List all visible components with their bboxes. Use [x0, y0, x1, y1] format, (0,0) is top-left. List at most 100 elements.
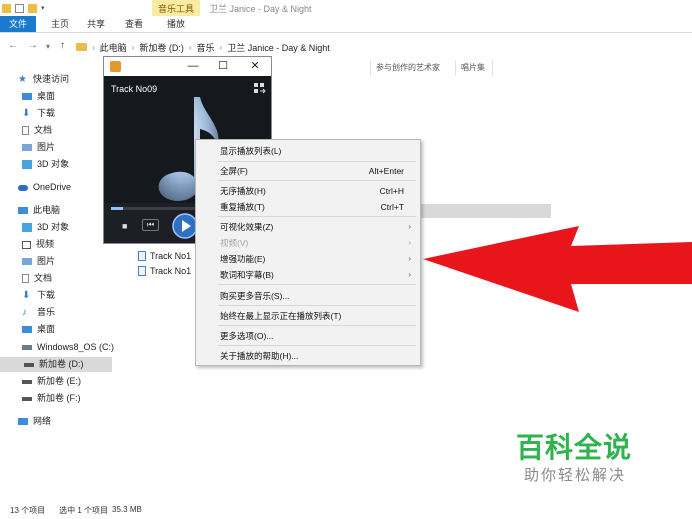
- player-title-bar: — ☐ ✕: [104, 57, 271, 76]
- sidebar-item-pictures-pc[interactable]: 图片: [22, 254, 55, 269]
- maximize-icon[interactable]: ☐: [210, 58, 236, 74]
- breadcrumb-music[interactable]: 音乐: [197, 41, 215, 54]
- sidebar-item-desktop-pc[interactable]: 桌面: [22, 322, 55, 337]
- sidebar-item-3d-objects[interactable]: 3D 对象: [22, 157, 69, 172]
- sidebar-item-this-pc[interactable]: 此电脑: [18, 203, 60, 218]
- status-bar: 13 个项目 选中 1 个项目 35.3 MB: [0, 505, 692, 519]
- menu-item-lyrics-subtitles[interactable]: 歌词和字幕(B) ›: [196, 267, 420, 283]
- submenu-arrow-icon: ›: [408, 254, 411, 263]
- sidebar-item-onedrive[interactable]: OneDrive: [18, 180, 71, 195]
- sidebar-item-label: 下载: [37, 108, 56, 118]
- menu-item-buy-music[interactable]: 购买更多音乐(S)...: [196, 288, 420, 304]
- tab-file[interactable]: 文件: [0, 16, 36, 32]
- forward-arrow-icon[interactable]: →: [28, 40, 38, 51]
- column-header-album[interactable]: 唱片集: [461, 62, 485, 73]
- breadcrumb-this-pc[interactable]: 此电脑: [100, 41, 127, 54]
- back-arrow-icon[interactable]: ←: [8, 40, 18, 51]
- submenu-arrow-icon: ›: [408, 222, 411, 231]
- sidebar-item-label: 图片: [37, 256, 56, 266]
- sidebar-item-drive-f[interactable]: 新加卷 (F:): [22, 391, 81, 406]
- cube-icon: [22, 223, 32, 232]
- menu-separator: [218, 325, 416, 326]
- recent-chevron-icon[interactable]: ▾: [46, 42, 50, 51]
- file-row[interactable]: Track No1: [138, 249, 191, 263]
- minimize-icon[interactable]: —: [180, 58, 206, 74]
- sidebar-item-label: 下载: [37, 290, 56, 300]
- sidebar-item-quick-access[interactable]: ★ 快速访问: [18, 72, 69, 87]
- menu-separator: [218, 216, 416, 217]
- sidebar-item-documents[interactable]: 文档: [22, 123, 52, 138]
- sidebar-item-label: 图片: [37, 142, 56, 152]
- sidebar-item-downloads[interactable]: ⬇ 下载: [22, 106, 55, 121]
- menu-separator: [218, 305, 416, 306]
- menu-item-help[interactable]: 关于播放的帮助(H)...: [196, 348, 420, 364]
- sidebar-item-label: 新加卷 (D:): [39, 359, 84, 369]
- computer-icon: [18, 207, 28, 214]
- cloud-icon: [18, 184, 28, 191]
- breadcrumb-separator-icon: ›: [92, 42, 95, 52]
- breadcrumb-drive-d[interactable]: 新加卷 (D:): [139, 41, 184, 54]
- sidebar-item-label: OneDrive: [33, 182, 72, 192]
- sidebar-item-3d-objects-pc[interactable]: 3D 对象: [22, 220, 69, 235]
- stop-icon[interactable]: ■: [122, 221, 127, 231]
- desktop-icon: [22, 326, 32, 333]
- tab-view[interactable]: 查看: [118, 16, 150, 32]
- menu-item-shortcut: Ctrl+H: [379, 186, 404, 196]
- sidebar-item-pictures[interactable]: 图片: [22, 140, 55, 155]
- breadcrumb-album[interactable]: 卫兰 Janice - Day & Night: [227, 41, 330, 54]
- up-arrow-icon[interactable]: ↑: [60, 40, 65, 51]
- submenu-arrow-icon: ›: [408, 270, 411, 279]
- sidebar-item-drive-c[interactable]: Windows8_OS (C:): [22, 340, 114, 355]
- sidebar-item-label: 桌面: [37, 91, 56, 101]
- sidebar-item-drive-e[interactable]: 新加卷 (E:): [22, 374, 81, 389]
- tab-share[interactable]: 共享: [80, 16, 112, 32]
- sidebar-item-label: 新加卷 (F:): [37, 393, 81, 403]
- drive-icon: [24, 362, 34, 367]
- network-icon: [18, 418, 28, 425]
- sidebar-item-music[interactable]: ♪ 音乐: [22, 305, 55, 320]
- menu-item-label: 无序播放(H): [220, 186, 266, 196]
- menu-item-label: 增强功能(E): [220, 254, 266, 264]
- menu-item-label: 关于播放的帮助(H)...: [220, 351, 299, 361]
- menu-item-show-playlist[interactable]: 显示播放列表(L): [196, 143, 420, 159]
- picture-icon: [22, 258, 32, 265]
- sidebar-item-label: 音乐: [37, 307, 56, 317]
- window-title: 卫兰 Janice - Day & Night: [209, 4, 312, 14]
- previous-icon[interactable]: ⏮: [142, 219, 160, 231]
- sidebar-item-desktop[interactable]: 桌面: [22, 89, 55, 104]
- file-row[interactable]: Track No1: [138, 264, 191, 278]
- context-menu: 显示播放列表(L) 全屏(F) Alt+Enter 无序播放(H) Ctrl+H…: [195, 139, 421, 366]
- seek-progress: [111, 207, 123, 210]
- download-icon: ⬇: [22, 290, 31, 301]
- switch-to-library-icon[interactable]: [254, 83, 266, 95]
- sidebar-item-label: Windows8_OS (C:): [37, 342, 115, 352]
- menu-item-shuffle[interactable]: 无序播放(H) Ctrl+H: [196, 183, 420, 199]
- menu-item-always-on-top[interactable]: 始终在最上显示正在播放列表(T): [196, 308, 420, 324]
- menu-item-repeat[interactable]: 重复播放(T) Ctrl+T: [196, 199, 420, 215]
- status-size: 35.3 MB: [112, 505, 142, 514]
- menu-item-fullscreen[interactable]: 全屏(F) Alt+Enter: [196, 163, 420, 179]
- menu-item-more-options[interactable]: 更多选项(O)...: [196, 328, 420, 344]
- menu-item-visualizations[interactable]: 可视化效果(Z) ›: [196, 219, 420, 235]
- sidebar-item-documents-pc[interactable]: 文档: [22, 271, 52, 286]
- checkbox-icon[interactable]: [15, 3, 24, 13]
- sidebar-item-label: 视频: [36, 239, 55, 249]
- menu-separator: [218, 345, 416, 346]
- sidebar-item-label: 网络: [33, 416, 52, 426]
- tab-play[interactable]: 播放: [160, 16, 192, 32]
- sidebar-item-label: 快速访问: [33, 74, 70, 84]
- sidebar-item-label: 3D 对象: [37, 159, 70, 169]
- sidebar-item-network[interactable]: 网络: [18, 414, 51, 429]
- menu-item-label: 显示播放列表(L): [220, 146, 282, 156]
- close-icon[interactable]: ✕: [242, 58, 268, 74]
- sidebar-item-videos[interactable]: 视频: [22, 237, 54, 252]
- sidebar-item-drive-d[interactable]: 新加卷 (D:): [0, 357, 112, 372]
- tab-home[interactable]: 主页: [44, 16, 76, 32]
- menu-item-enhancements[interactable]: 增强功能(E) ›: [196, 251, 420, 267]
- video-icon: [22, 240, 31, 249]
- new-folder-icon[interactable]: [28, 3, 37, 13]
- sidebar-item-downloads-pc[interactable]: ⬇ 下载: [22, 288, 55, 303]
- column-header-artist[interactable]: 参与创作的艺术家: [376, 62, 440, 73]
- sidebar-item-label: 文档: [34, 273, 53, 283]
- qat-chevron-icon[interactable]: ▾: [41, 4, 47, 13]
